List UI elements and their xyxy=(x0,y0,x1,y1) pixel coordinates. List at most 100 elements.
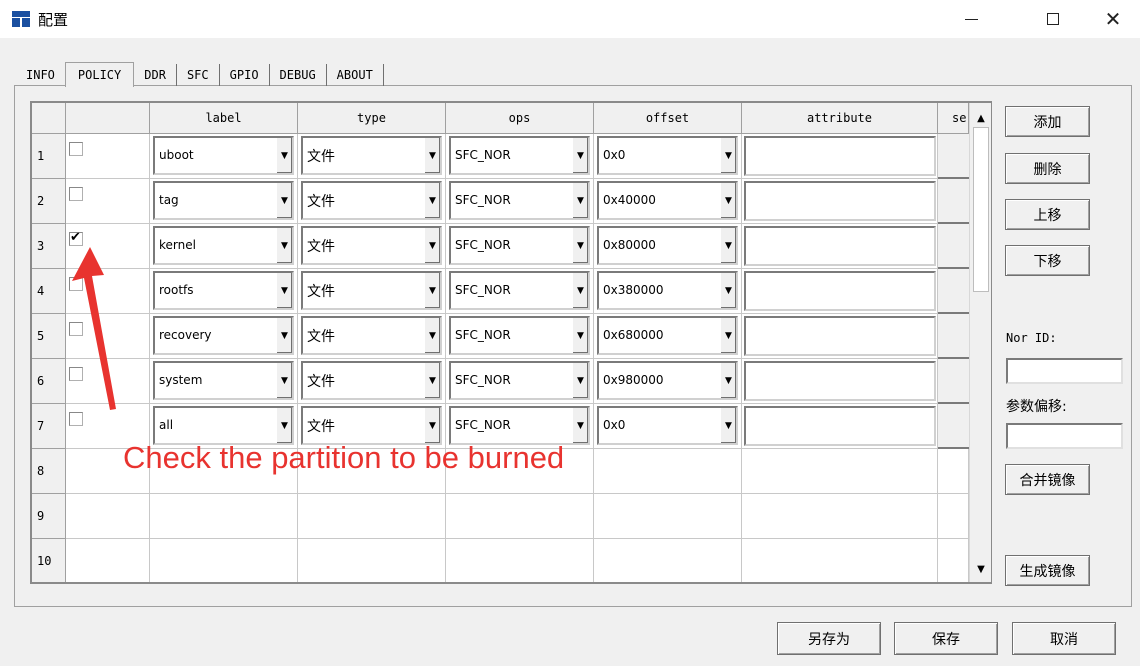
type-cell[interactable]: 文件 ▼ xyxy=(298,224,446,269)
type-combo[interactable]: 文件 ▼ xyxy=(301,181,442,220)
row-number[interactable]: 2 xyxy=(32,179,66,224)
dropdown-arrow-icon[interactable]: ▼ xyxy=(720,408,736,443)
label-cell[interactable]: uboot ▼ xyxy=(150,134,298,179)
dropdown-arrow-icon[interactable]: ▼ xyxy=(720,273,736,308)
tab-debug[interactable]: DEBUG xyxy=(270,64,327,86)
se-cell[interactable] xyxy=(938,494,969,539)
attribute-cell[interactable] xyxy=(742,404,938,449)
ops-combo[interactable]: SFC_NOR ▼ xyxy=(449,361,590,400)
attribute-cell[interactable] xyxy=(742,179,938,224)
partition-checkbox[interactable] xyxy=(69,230,83,246)
dropdown-arrow-icon[interactable]: ▼ xyxy=(720,138,736,173)
vertical-scrollbar[interactable]: ▲ ▼ xyxy=(969,103,991,582)
dropdown-arrow-icon[interactable]: ▼ xyxy=(424,183,440,218)
offset-cell[interactable]: 0x380000 ▼ xyxy=(594,269,742,314)
ops-cell[interactable]: SFC_NOR ▼ xyxy=(446,134,594,179)
label-cell[interactable]: kernel ▼ xyxy=(150,224,298,269)
type-cell[interactable]: 文件 ▼ xyxy=(298,134,446,179)
attribute-cell[interactable] xyxy=(742,359,938,404)
move-up-button[interactable]: 上移 xyxy=(1005,199,1090,230)
ops-cell[interactable]: SFC_NOR ▼ xyxy=(446,179,594,224)
dropdown-arrow-icon[interactable]: ▼ xyxy=(424,273,440,308)
close-button[interactable]: ✕ xyxy=(1090,0,1136,38)
dropdown-arrow-icon[interactable]: ▼ xyxy=(276,138,292,173)
type-cell[interactable]: 文件 ▼ xyxy=(298,179,446,224)
dropdown-arrow-icon[interactable]: ▼ xyxy=(572,183,588,218)
attribute-cell[interactable] xyxy=(742,134,938,179)
generate-image-button[interactable]: 生成镜像 xyxy=(1005,555,1090,586)
attribute-cell[interactable] xyxy=(742,449,938,494)
column-header-label[interactable]: label xyxy=(150,103,298,134)
maximize-button[interactable] xyxy=(1030,0,1076,38)
label-cell[interactable] xyxy=(150,539,298,582)
offset-combo[interactable]: 0x680000 ▼ xyxy=(597,316,738,355)
label-cell[interactable]: tag ▼ xyxy=(150,179,298,224)
offset-cell[interactable]: 0x680000 ▼ xyxy=(594,314,742,359)
row-number[interactable]: 8 xyxy=(32,449,66,494)
scroll-up-icon[interactable]: ▲ xyxy=(970,107,991,129)
partition-checkbox[interactable] xyxy=(69,187,83,201)
dropdown-arrow-icon[interactable]: ▼ xyxy=(572,408,588,443)
ops-combo[interactable]: SFC_NOR ▼ xyxy=(449,271,590,310)
se-cell[interactable] xyxy=(938,404,969,449)
type-combo[interactable]: 文件 ▼ xyxy=(301,136,442,175)
dropdown-arrow-icon[interactable]: ▼ xyxy=(720,363,736,398)
se-cell[interactable] xyxy=(938,449,969,494)
row-number[interactable]: 10 xyxy=(32,539,66,582)
offset-cell[interactable] xyxy=(594,494,742,539)
dropdown-arrow-icon[interactable]: ▼ xyxy=(720,228,736,263)
type-cell[interactable]: 文件 ▼ xyxy=(298,269,446,314)
row-number[interactable]: 3 xyxy=(32,224,66,269)
type-combo[interactable]: 文件 ▼ xyxy=(301,361,442,400)
se-cell[interactable] xyxy=(938,134,969,179)
se-cell[interactable] xyxy=(938,359,969,404)
checkbox-cell[interactable] xyxy=(66,494,150,539)
offset-cell[interactable] xyxy=(594,449,742,494)
move-down-button[interactable]: 下移 xyxy=(1005,245,1090,276)
label-combo[interactable]: system ▼ xyxy=(153,361,294,400)
dropdown-arrow-icon[interactable]: ▼ xyxy=(720,183,736,218)
label-combo[interactable]: uboot ▼ xyxy=(153,136,294,175)
label-combo[interactable]: kernel ▼ xyxy=(153,226,294,265)
ops-cell[interactable]: SFC_NOR ▼ xyxy=(446,314,594,359)
ops-cell[interactable] xyxy=(446,494,594,539)
delete-button[interactable]: 删除 xyxy=(1005,153,1090,184)
type-combo[interactable]: 文件 ▼ xyxy=(301,271,442,310)
label-cell[interactable]: system ▼ xyxy=(150,359,298,404)
param-offset-input[interactable] xyxy=(1006,423,1123,449)
row-number[interactable]: 4 xyxy=(32,269,66,314)
column-header-attribute[interactable]: attribute xyxy=(742,103,938,134)
offset-combo[interactable]: 0x40000 ▼ xyxy=(597,181,738,220)
attribute-cell[interactable] xyxy=(742,494,938,539)
dropdown-arrow-icon[interactable]: ▼ xyxy=(424,318,440,353)
label-combo[interactable]: recovery ▼ xyxy=(153,316,294,355)
ops-cell[interactable]: SFC_NOR ▼ xyxy=(446,269,594,314)
tab-gpio[interactable]: GPIO xyxy=(220,64,270,86)
minimize-button[interactable] xyxy=(948,0,994,38)
se-cell[interactable] xyxy=(938,539,969,582)
nor-id-input[interactable] xyxy=(1006,358,1123,384)
label-cell[interactable]: rootfs ▼ xyxy=(150,269,298,314)
attribute-input[interactable] xyxy=(744,136,936,176)
row-number[interactable]: 7 xyxy=(32,404,66,449)
cancel-button[interactable]: 取消 xyxy=(1012,622,1116,655)
dropdown-arrow-icon[interactable]: ▼ xyxy=(276,273,292,308)
attribute-input[interactable] xyxy=(744,226,936,266)
attribute-input[interactable] xyxy=(744,406,936,446)
tab-info[interactable]: INFO xyxy=(20,64,65,86)
ops-cell[interactable]: SFC_NOR ▼ xyxy=(446,224,594,269)
dropdown-arrow-icon[interactable]: ▼ xyxy=(572,318,588,353)
scroll-thumb[interactable] xyxy=(973,127,989,292)
row-number[interactable]: 6 xyxy=(32,359,66,404)
type-cell[interactable] xyxy=(298,494,446,539)
ops-cell[interactable] xyxy=(446,539,594,582)
dropdown-arrow-icon[interactable]: ▼ xyxy=(424,363,440,398)
offset-combo[interactable]: 0x0 ▼ xyxy=(597,406,738,445)
attribute-input[interactable] xyxy=(744,361,936,401)
se-cell[interactable] xyxy=(938,314,969,359)
label-cell[interactable]: recovery ▼ xyxy=(150,314,298,359)
offset-cell[interactable] xyxy=(594,539,742,582)
add-button[interactable]: 添加 xyxy=(1005,106,1090,137)
merge-image-button[interactable]: 合并镜像 xyxy=(1005,464,1090,495)
dropdown-arrow-icon[interactable]: ▼ xyxy=(276,183,292,218)
